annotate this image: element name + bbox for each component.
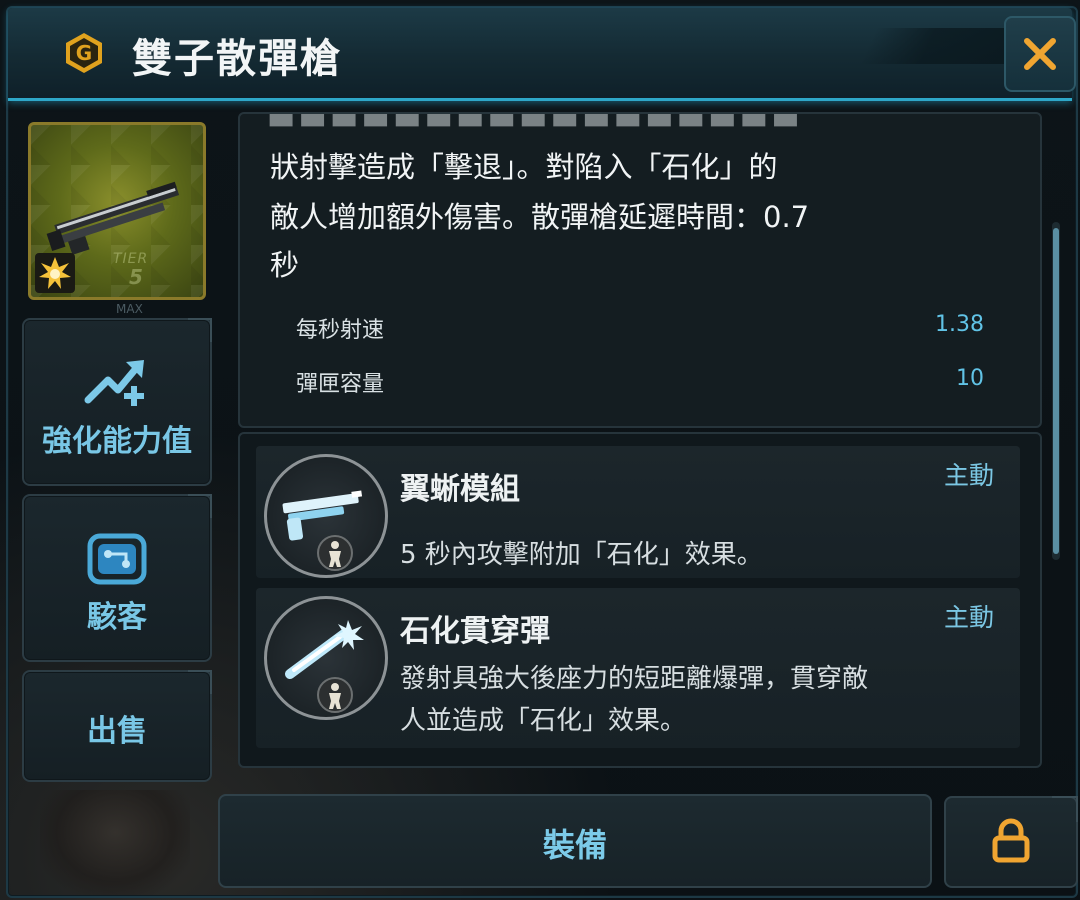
description-panel[interactable]: █ █ █ █ █ █ █ █ █ █ █ █ █ █ █ █ █ 狀射擊造成「… xyxy=(238,112,1042,428)
mod-card[interactable]: 石化貫穿彈 主動 發射具強大後座力的短距離爆彈，貫穿敵 人並造成「石化」效果。 xyxy=(256,588,1020,748)
sell-label: 出售 xyxy=(87,714,147,749)
mod-type: 主動 xyxy=(943,461,994,490)
grade-badge-letter: G xyxy=(76,41,92,65)
close-x-icon xyxy=(1024,38,1056,70)
button-corner-notch xyxy=(188,318,212,342)
scrollbar-thumb[interactable] xyxy=(1053,228,1059,554)
description-line: 狀射擊造成「擊退」。對陷入「石化」的 xyxy=(270,150,778,184)
mod-description: 發射具強大後座力的短距離爆彈，貫穿敵 xyxy=(400,664,869,694)
upgrade-stats-button[interactable]: 強化能力值 xyxy=(22,318,212,486)
mod-type: 主動 xyxy=(943,603,994,632)
equip-button[interactable]: 裝備 xyxy=(218,794,932,888)
mod-description: 人並造成「石化」效果。 xyxy=(400,706,687,736)
close-button[interactable] xyxy=(1004,16,1076,92)
equip-label: 裝備 xyxy=(542,826,607,864)
stat-magazine-value: 10 xyxy=(956,366,984,391)
sell-button[interactable]: 出售 xyxy=(22,670,212,782)
description-line: 秒 xyxy=(270,248,300,282)
hacker-label: 駭客 xyxy=(87,600,147,635)
button-corner-notch xyxy=(1052,796,1078,822)
scrollbar[interactable] xyxy=(1052,222,1060,560)
stat-fire-rate-value: 1.38 xyxy=(935,312,984,337)
stat-magazine-label: 彈匣容量 xyxy=(296,372,385,397)
tier-number: 5 xyxy=(129,265,143,289)
weapon-title: 雙子散彈槍 xyxy=(132,36,342,82)
hacker-button[interactable]: 駭客 xyxy=(22,494,212,662)
figure-icon xyxy=(317,535,353,571)
description-line: 敵人增加額外傷害。散彈槍延遲時間：0.7 xyxy=(270,200,810,234)
piercing-shot-icon xyxy=(264,596,388,720)
upgrade-stats-label: 強化能力值 xyxy=(42,424,192,459)
mod-description: 5 秒內攻擊附加「石化」效果。 xyxy=(400,540,763,570)
lock-icon xyxy=(992,818,1030,863)
grade-badge-icon: G xyxy=(66,33,102,73)
upgrade-arrow-plus-icon xyxy=(84,360,144,406)
max-label: MAX xyxy=(116,302,143,316)
mod-name: 翼蜥模組 xyxy=(400,472,520,507)
button-corner-notch xyxy=(188,494,212,518)
weapon-thumbnail[interactable]: TIER 5 xyxy=(28,122,206,300)
shotgun-mod-icon xyxy=(264,454,388,578)
description-clipped-line: █ █ █ █ █ █ █ █ █ █ █ █ █ █ █ █ █ xyxy=(270,114,797,126)
circuit-chip-icon xyxy=(87,533,147,585)
mods-panel[interactable]: 翼蜥模組 主動 5 秒內攻擊附加「石化」效果。 石化貫穿彈 主動 發射具強大後座… xyxy=(238,432,1042,768)
button-corner-notch xyxy=(188,670,212,694)
header-decor-stripe xyxy=(859,28,1027,64)
mod-name: 石化貫穿彈 xyxy=(400,614,550,649)
stat-fire-rate-label: 每秒射速 xyxy=(296,318,385,343)
explosion-burst-icon xyxy=(35,253,75,293)
lock-button[interactable] xyxy=(944,796,1078,888)
figure-icon xyxy=(317,677,353,713)
mod-card[interactable]: 翼蜥模組 主動 5 秒內攻擊附加「石化」效果。 xyxy=(256,446,1020,578)
